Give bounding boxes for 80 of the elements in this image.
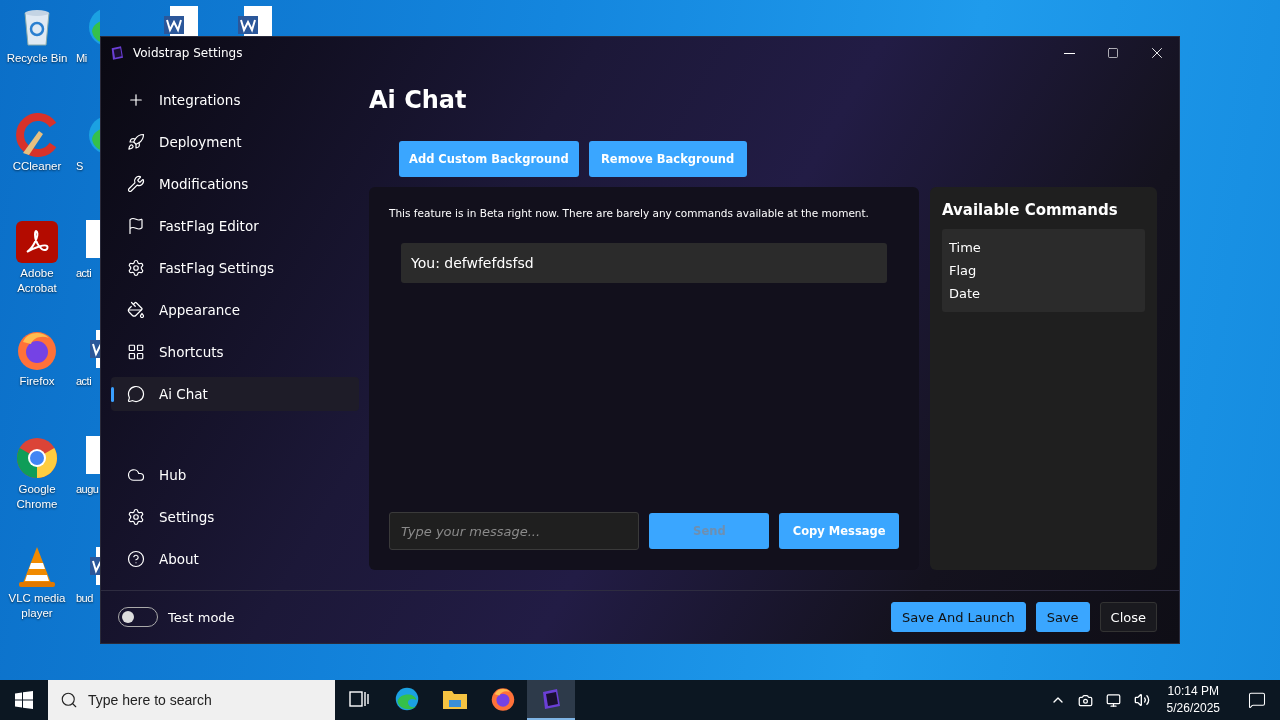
search-icon	[60, 691, 78, 709]
desktop-icon-label[interactable]: augu	[76, 482, 99, 497]
sidebar-item[interactable]: Integrations	[111, 83, 359, 117]
sidebar-item[interactable]: Hub	[111, 458, 359, 492]
task-view-icon	[349, 690, 369, 708]
gear-icon	[127, 508, 145, 526]
sidebar-label: Hub	[159, 467, 187, 483]
page-title: Ai Chat	[369, 85, 468, 116]
command-item: Date	[949, 285, 982, 303]
ccleaner-icon	[15, 113, 59, 157]
cloud-icon	[127, 466, 145, 484]
taskbar-app[interactable]	[527, 680, 575, 720]
sidebar-label: Appearance	[159, 302, 241, 318]
notification-icon	[1248, 691, 1266, 709]
sidebar-label: About	[159, 551, 199, 567]
footer-button[interactable]: Close	[1099, 602, 1157, 632]
sidebar-label: Modifications	[159, 176, 249, 192]
sidebar-label: Settings	[159, 509, 215, 525]
chat-bubble-icon	[127, 385, 145, 403]
network-icon[interactable]	[1106, 692, 1122, 708]
desktop-icon-label[interactable]: acti	[76, 374, 92, 389]
paint-bucket-icon	[127, 301, 145, 319]
desktop-icon-label[interactable]: Adobe Acrobat	[0, 266, 74, 296]
desktop-icon-label[interactable]: CCleaner	[12, 159, 62, 174]
desktop-icon-label[interactable]: Mi	[76, 51, 87, 66]
desktop-icon-label[interactable]: Google Chrome	[0, 482, 74, 512]
date-text: 5/26/2025	[1166, 700, 1220, 717]
clock[interactable]: 10:14 PM 5/26/2025	[1158, 683, 1228, 717]
gear-icon	[127, 259, 145, 277]
camera-icon[interactable]	[1078, 692, 1094, 708]
sidebar-item[interactable]: Appearance	[111, 293, 359, 327]
flag-icon	[127, 217, 145, 235]
sidebar-item[interactable]: Ai Chat	[111, 377, 359, 411]
chat-message: You: defwfefdsfsd	[401, 243, 887, 283]
sidebar-item[interactable]: Modifications	[111, 167, 359, 201]
commands-title: Available Commands	[942, 200, 1119, 221]
sidebar-item[interactable]: Shortcuts	[111, 335, 359, 369]
message-input[interactable]: Type your message...	[389, 512, 640, 550]
help-icon	[127, 550, 145, 568]
command-item: Time	[949, 239, 982, 257]
plus-icon	[127, 91, 145, 109]
search-field[interactable]: Type here to search	[48, 680, 335, 720]
grid-icon	[127, 343, 145, 361]
sidebar-label: Deployment	[159, 134, 242, 150]
sidebar-label: Integrations	[159, 92, 241, 108]
toggle-label: Test mode	[168, 609, 235, 625]
windows-logo-icon	[15, 691, 33, 709]
desktop-icon-label[interactable]: bud	[76, 591, 93, 606]
time-text: 10:14 PM	[1167, 683, 1219, 700]
minimize-icon	[1063, 52, 1075, 54]
folder-icon	[442, 688, 468, 710]
footer-button[interactable]: Save	[1035, 602, 1090, 632]
selection-indicator	[111, 387, 114, 402]
sidebar-label: Ai Chat	[159, 386, 208, 402]
sidebar-item[interactable]: FastFlag Editor	[111, 209, 359, 243]
firefox-icon	[490, 686, 516, 712]
command-item: Flag	[949, 262, 978, 280]
edge-icon	[394, 686, 420, 712]
chrome-icon	[15, 436, 59, 480]
volume-icon[interactable]	[1133, 692, 1150, 708]
desktop-icon-label[interactable]: acti	[76, 266, 92, 281]
sidebar-item[interactable]: About	[111, 542, 359, 576]
sidebar-label: FastFlag Settings	[159, 260, 275, 276]
maximize-icon	[1107, 47, 1119, 59]
rocket-icon	[127, 133, 145, 151]
desktop-icon-label[interactable]: S	[76, 159, 83, 174]
desktop-icon-label[interactable]: Firefox	[19, 374, 55, 389]
wrench-icon	[127, 175, 145, 193]
sidebar-item[interactable]: Settings	[111, 500, 359, 534]
sidebar-label: FastFlag Editor	[159, 218, 259, 234]
footer-button[interactable]: Save And Launch	[891, 602, 1026, 632]
sidebar-label: Shortcuts	[159, 344, 224, 360]
desktop-icon-label[interactable]: Recycle Bin	[6, 51, 68, 66]
sidebar-item[interactable]: Deployment	[111, 125, 359, 159]
cube-logo-icon	[109, 45, 125, 61]
sidebar-item[interactable]: FastFlag Settings	[111, 251, 359, 285]
beta-notice: This feature is in Beta right now. There are barely any commands available at the moment.	[389, 207, 870, 219]
window-title: Voidstrap Settings	[133, 46, 243, 60]
pdf-icon	[15, 220, 59, 264]
desktop-icon-label[interactable]: VLC media player	[0, 591, 74, 621]
